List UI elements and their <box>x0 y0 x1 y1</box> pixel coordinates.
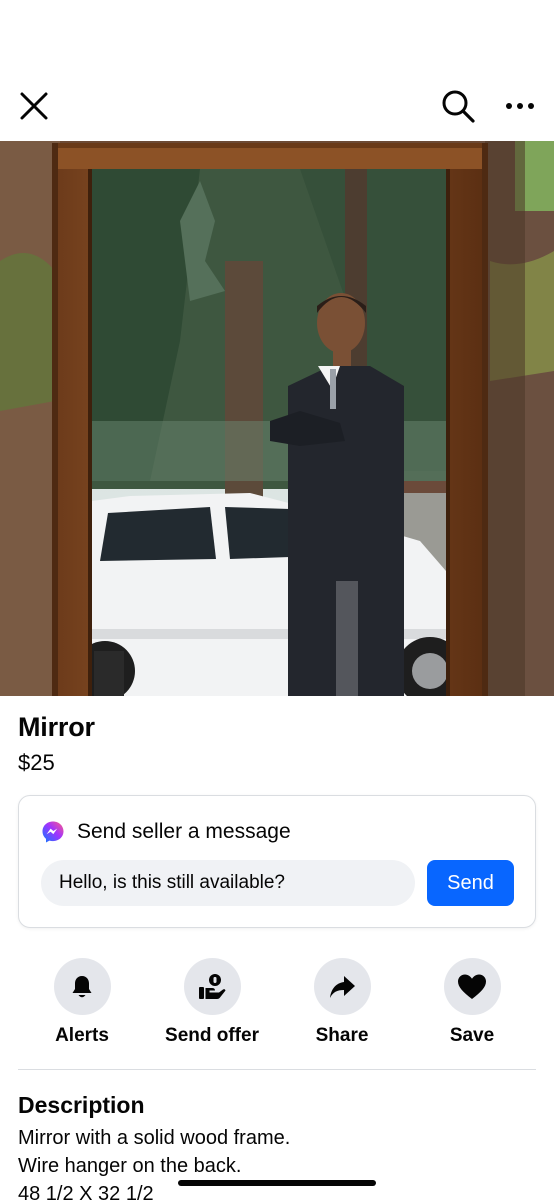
save-icon-circle <box>443 958 501 1015</box>
more-options-button[interactable] <box>498 84 542 128</box>
home-indicator[interactable] <box>178 1180 376 1186</box>
section-divider <box>18 1069 536 1070</box>
listing-photo[interactable] <box>0 141 554 696</box>
listing-title: Mirror <box>18 712 95 742</box>
alerts-icon-circle <box>53 958 111 1015</box>
description-heading: Description <box>18 1092 145 1118</box>
alerts-label: Alerts <box>55 1025 109 1046</box>
share-button[interactable]: Share <box>277 958 407 1047</box>
bell-icon <box>72 975 92 997</box>
send-button[interactable]: Send <box>427 860 514 906</box>
share-label: Share <box>315 1025 369 1046</box>
search-button[interactable] <box>436 84 480 128</box>
messenger-icon <box>42 821 64 843</box>
message-card-heading: Send seller a message <box>77 820 291 843</box>
top-nav <box>0 70 554 140</box>
description-line: 48 1/2 X 32 1/2 <box>18 1183 154 1200</box>
save-button[interactable]: Save <box>407 958 537 1047</box>
status-bar <box>0 0 554 70</box>
search-icon <box>442 90 475 123</box>
description-line: Wire hanger on the back. <box>18 1155 242 1177</box>
send-offer-button[interactable]: Send offer <box>147 958 277 1047</box>
close-button[interactable] <box>12 84 56 128</box>
listing-price: $25 <box>18 750 55 775</box>
close-icon <box>20 92 48 120</box>
alerts-button[interactable]: Alerts <box>17 958 147 1047</box>
description-line: Mirror with a solid wood frame. <box>18 1127 291 1149</box>
action-row: Alerts Send offer Share Save <box>0 958 554 1050</box>
listing-photo-illustration <box>0 141 554 696</box>
heart-icon <box>458 974 486 999</box>
message-card-header: Send seller a message <box>41 820 291 844</box>
send-offer-icon-circle <box>183 958 241 1015</box>
offer-icon <box>199 973 226 999</box>
message-input[interactable] <box>41 860 415 906</box>
send-offer-label: Send offer <box>165 1025 259 1046</box>
save-label: Save <box>449 1025 495 1046</box>
message-seller-card: Send seller a message Send <box>18 795 536 928</box>
share-arrow-icon <box>330 975 355 998</box>
more-horizontal-icon <box>506 103 534 109</box>
share-icon-circle <box>313 958 371 1015</box>
